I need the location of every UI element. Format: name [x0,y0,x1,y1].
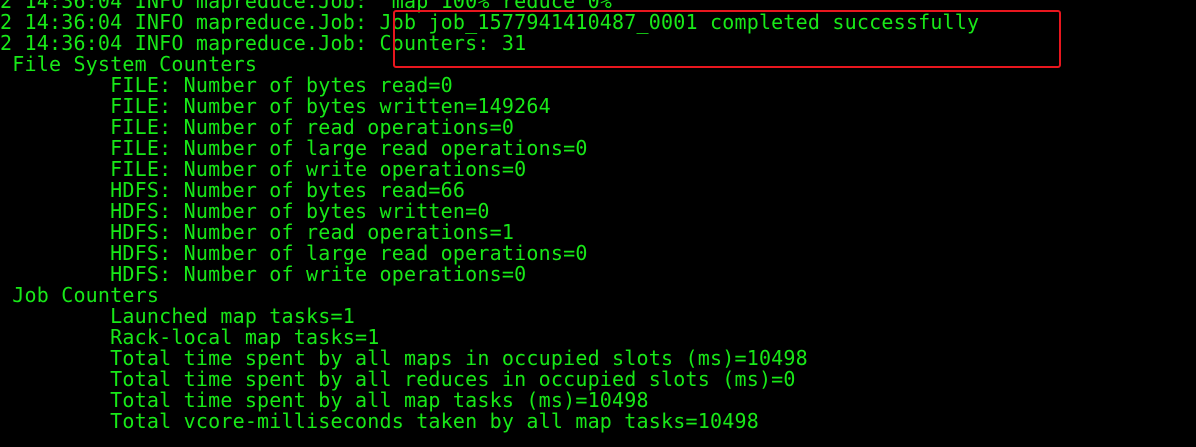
counter-file-read-operations: FILE: Number of read operations=0 [0,115,515,139]
section-header-file-system-counters: File System Counters [0,52,258,76]
counter-file-large-read-operations: FILE: Number of large read operations=0 [0,136,588,160]
terminal-window[interactable]: 2 14:36:04 INFO mapreduce.Job: map 100% … [0,0,1196,447]
counter-hdfs-write-operations: HDFS: Number of write operations=0 [0,262,527,286]
counter-launched-map-tasks: Launched map tasks=1 [0,304,355,328]
counter-file-write-operations: FILE: Number of write operations=0 [0,157,527,181]
counter-hdfs-bytes-read: HDFS: Number of bytes read=66 [0,178,466,202]
log-line-job-completed: 2 14:36:04 INFO mapreduce.Job: Job job_1… [0,10,980,34]
counter-hdfs-bytes-written: HDFS: Number of bytes written=0 [0,199,490,223]
counter-file-bytes-written: FILE: Number of bytes written=149264 [0,94,551,118]
counter-hdfs-read-operations: HDFS: Number of read operations=1 [0,220,515,244]
counter-rack-local-map-tasks: Rack-local map tasks=1 [0,325,380,349]
section-header-job-counters: Job Counters [0,283,160,307]
log-line-counters: 2 14:36:04 INFO mapreduce.Job: Counters:… [0,31,527,55]
counter-time-reduces-occupied-slots: Total time spent by all reduces in occup… [0,367,796,391]
counter-time-map-tasks: Total time spent by all map tasks (ms)=1… [0,388,649,412]
counter-time-maps-occupied-slots: Total time spent by all maps in occupied… [0,346,808,370]
counter-vcore-milliseconds-map-tasks: Total vcore-milliseconds taken by all ma… [0,409,759,433]
counter-file-bytes-read: FILE: Number of bytes read=0 [0,73,453,97]
counter-hdfs-large-read-operations: HDFS: Number of large read operations=0 [0,241,588,265]
terminal-output: 2 14:36:04 INFO mapreduce.Job: map 100% … [0,0,979,432]
